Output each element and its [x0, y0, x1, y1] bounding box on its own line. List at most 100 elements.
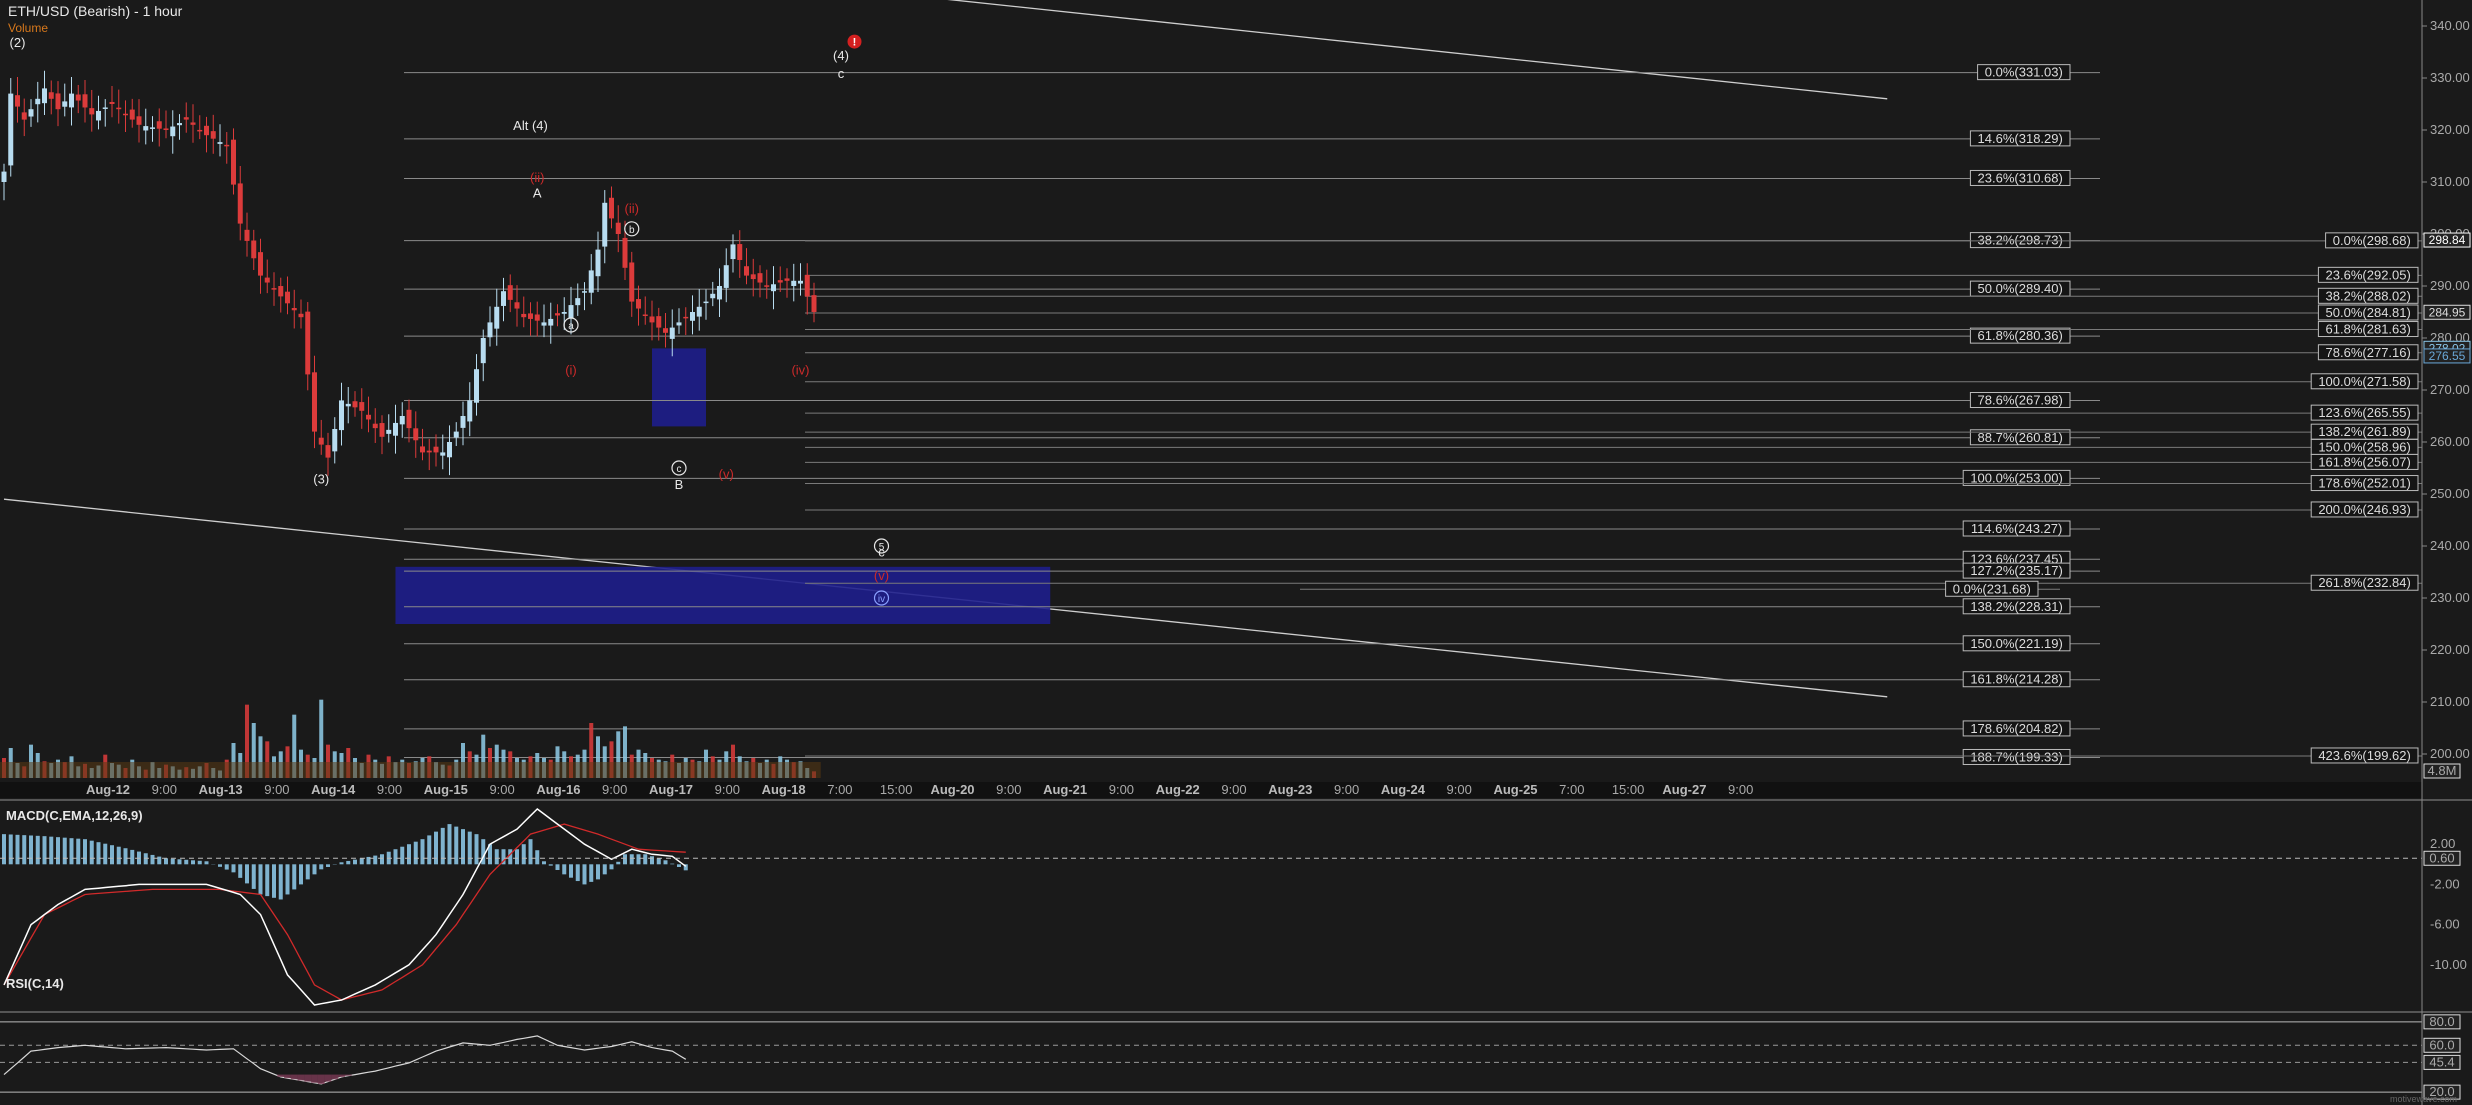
macd-histogram-bar — [474, 834, 479, 865]
time-axis-label: 9:00 — [377, 782, 402, 797]
price-badge-1: 284.95 — [2429, 305, 2466, 319]
time-axis-label: Aug-16 — [536, 782, 580, 797]
rsi-oversold-fill — [324, 1074, 332, 1082]
wave-label-9: (ii) — [530, 170, 544, 185]
time-axis-label: Aug-22 — [1156, 782, 1200, 797]
macd-histogram-bar — [89, 840, 94, 865]
macd-histogram-bar — [528, 839, 533, 865]
price-candle — [210, 131, 216, 139]
price-candle — [784, 278, 790, 281]
fib-right-label-8: 138.2%(261.89) — [2318, 424, 2411, 439]
fib-left-label-4: 50.0%(289.40) — [1978, 281, 2063, 296]
price-candle — [737, 244, 743, 260]
price-candle — [690, 312, 695, 321]
time-axis-label: 9:00 — [1334, 782, 1359, 797]
macd-histogram-bar — [184, 859, 189, 865]
volume-label: Volume — [8, 21, 48, 35]
fib-mid-label: 0.0%(231.68) — [1953, 581, 2031, 596]
circled-label-1: b — [629, 225, 635, 236]
macd-histogram-bar — [427, 835, 432, 865]
price-candle — [764, 285, 770, 287]
macd-histogram-bar — [373, 855, 378, 865]
macd-histogram-bar — [157, 856, 162, 865]
price-axis-label: 210.00 — [2430, 694, 2470, 709]
price-candle — [717, 286, 722, 300]
macd-title: MACD(C,EMA,12,26,9) — [6, 808, 143, 823]
price-axis-label: 340.00 — [2430, 18, 2470, 33]
rsi-axis-label: 45.4 — [2429, 1054, 2454, 1069]
time-axis-label: Aug-12 — [86, 782, 130, 797]
price-candle — [109, 101, 115, 104]
chart-canvas: 0.0%(331.03) 14.6%(318.29) 23.6%(310.68) 38… — [0, 0, 2472, 1105]
price-candle — [244, 229, 250, 241]
target-box-1 — [395, 566, 1051, 624]
price-candle — [150, 127, 155, 129]
price-candle — [379, 423, 385, 437]
price-candle — [474, 369, 479, 403]
fib-left-label-14: 161.8%(214.28) — [1970, 672, 2063, 687]
fib-left-label-12: 138.2%(228.31) — [1970, 599, 2063, 614]
macd-histogram-bar — [258, 864, 263, 895]
price-candle — [447, 442, 452, 458]
time-axis-label: 15:00 — [1612, 782, 1645, 797]
price-candle — [750, 274, 756, 280]
fib-right-label-2: 38.2%(288.02) — [2326, 288, 2411, 303]
price-candle — [82, 94, 88, 108]
wave-label-11: (iv) — [791, 362, 809, 377]
macd-histogram-bar — [413, 841, 418, 865]
time-axis-label: Aug-23 — [1268, 782, 1312, 797]
price-candle — [123, 113, 128, 116]
price-axis-label: 230.00 — [2430, 590, 2470, 605]
watermark: motivewave.com — [2390, 1094, 2457, 1104]
macd-histogram-bar — [656, 858, 661, 865]
price-axis-label: 320.00 — [2430, 122, 2470, 137]
macd-histogram-bar — [515, 849, 519, 865]
macd-histogram-bar — [326, 864, 330, 867]
price-candle — [190, 122, 196, 125]
rsi-oversold-fill — [304, 1074, 312, 1082]
price-candle — [359, 402, 365, 411]
price-candle — [170, 126, 176, 137]
fib-right-label-12: 200.0%(246.93) — [2318, 502, 2411, 517]
fib-left-label-9: 114.6%(243.27) — [1971, 521, 2063, 536]
macd-axis-label: 2.00 — [2430, 836, 2455, 851]
time-axis-label: 9:00 — [715, 782, 740, 797]
target-box-0 — [652, 348, 706, 427]
time-axis-label: 9:00 — [996, 782, 1021, 797]
macd-histogram-bar — [440, 827, 445, 865]
macd-histogram-bar — [569, 864, 573, 878]
macd-histogram-bar — [204, 861, 209, 865]
price-candle — [325, 445, 331, 458]
price-candle — [656, 316, 662, 328]
macd-axis-label: -10.00 — [2430, 957, 2467, 972]
macd-histogram-bar — [8, 834, 13, 865]
macd-histogram-bar — [407, 844, 411, 865]
price-candle — [298, 313, 304, 318]
time-axis-label: Aug-27 — [1662, 782, 1706, 797]
macd-histogram-bar — [555, 864, 560, 870]
fib-right-label-5: 78.6%(277.16) — [2326, 345, 2411, 360]
wave-label-12: (v) — [719, 466, 734, 481]
time-axis-label: 9:00 — [1221, 782, 1246, 797]
macd-histogram-bar — [359, 858, 364, 865]
price-candle — [609, 197, 614, 219]
price-candle — [42, 88, 47, 104]
price-badge-0: 298.84 — [2429, 233, 2466, 247]
price-candle — [683, 316, 689, 319]
macd-histogram-bar — [596, 864, 600, 880]
price-candle — [8, 93, 14, 166]
price-candle — [278, 286, 284, 297]
time-axis-band — [0, 782, 2422, 798]
fib-left-label-3: 38.2%(298.73) — [1978, 233, 2063, 248]
price-candle — [258, 252, 263, 276]
price-candle — [649, 316, 655, 323]
price-candle — [568, 305, 574, 319]
wave-label-13: (v) — [874, 568, 889, 583]
price-candle — [231, 139, 236, 185]
price-axis-label: 260.00 — [2430, 434, 2470, 449]
macd-histogram-bar — [35, 835, 40, 865]
macd-histogram-bar — [312, 864, 317, 875]
price-candle — [791, 280, 797, 286]
price-candle — [804, 274, 810, 297]
price-candle — [224, 144, 230, 147]
